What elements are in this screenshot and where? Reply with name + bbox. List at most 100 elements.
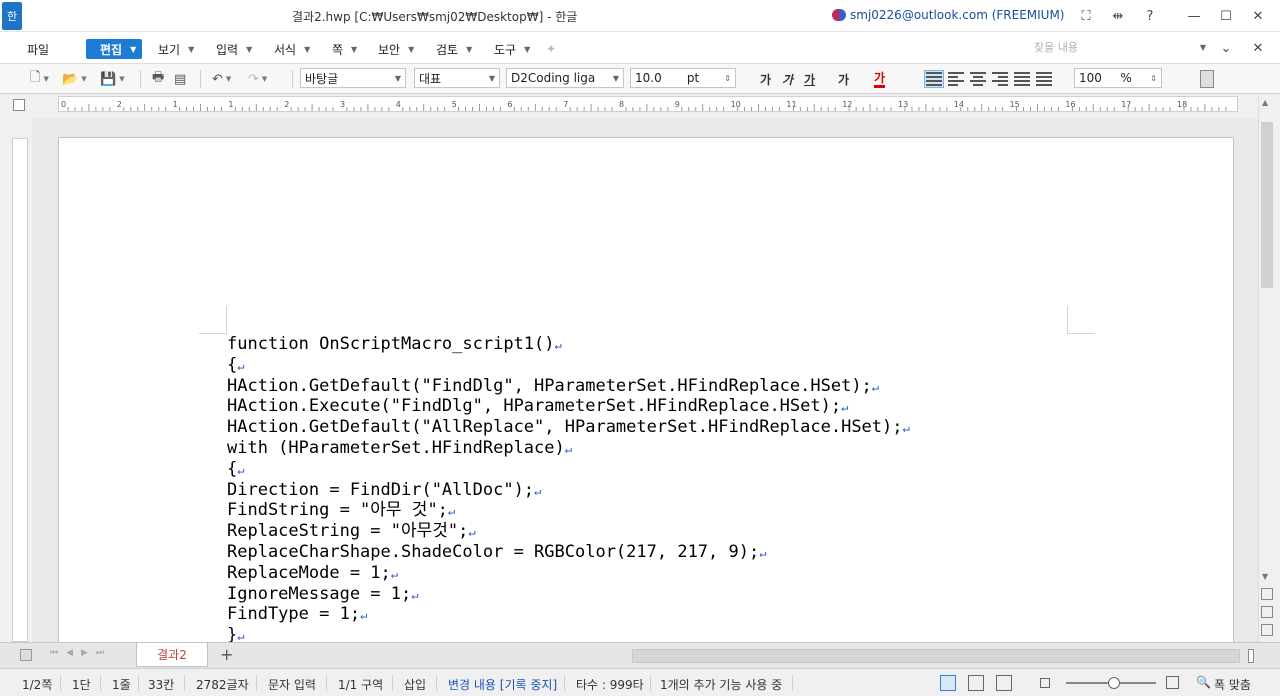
status-col: 33칸 bbox=[148, 678, 175, 692]
ruler-tick-label: 3 bbox=[340, 100, 345, 109]
status-track-changes[interactable]: 변경 내용 [기록 중지] bbox=[448, 676, 557, 693]
align-distribute-icon bbox=[1014, 72, 1030, 86]
code-line[interactable]: HAction.Execute("FindDlg", HParameterSet… bbox=[227, 396, 910, 418]
font-color-button[interactable]: 가 bbox=[874, 70, 886, 88]
code-line[interactable]: Direction = FindDir("AllDoc");↵ bbox=[227, 479, 910, 502]
menu-tools[interactable]: 도구 ▼ bbox=[494, 39, 530, 59]
page-nav-icon[interactable] bbox=[1261, 606, 1273, 618]
menu-edit[interactable]: 편집 ▼ bbox=[86, 39, 143, 59]
menu-view[interactable]: 보기 ▼ bbox=[158, 39, 194, 59]
view-multi-icon[interactable] bbox=[996, 675, 1012, 691]
italic-button[interactable]: 가 bbox=[782, 70, 793, 88]
code-line-text: Direction = FindDir("AllDoc"); bbox=[227, 479, 535, 500]
new-document-icon[interactable]: 🗋 ▼ bbox=[30, 70, 49, 88]
maximize-button[interactable]: ☐ bbox=[1212, 4, 1240, 28]
menu-page[interactable]: 쪽 ▼ bbox=[332, 39, 357, 59]
code-line[interactable]: function OnScriptMacro_script1()↵ bbox=[227, 334, 910, 356]
align-left-button[interactable] bbox=[948, 70, 964, 88]
redo-icon[interactable]: ↷ ▼ bbox=[248, 70, 267, 88]
vertical-scrollbar[interactable]: ▲ ▼ bbox=[1258, 94, 1276, 642]
print-icon[interactable]: 🖶 bbox=[152, 70, 164, 88]
minimize-button[interactable]: — bbox=[1180, 4, 1208, 28]
zoom-select[interactable]: 100% ⇕ bbox=[1074, 68, 1162, 88]
align-justify-button[interactable] bbox=[924, 70, 944, 88]
code-line[interactable]: ReplaceString = "아무것";↵ bbox=[227, 521, 910, 543]
zoom-out-icon[interactable] bbox=[1040, 678, 1050, 688]
status-insert-mode[interactable]: 삽입 bbox=[404, 676, 426, 693]
align-center-button[interactable] bbox=[970, 70, 986, 88]
menu-insert[interactable]: 입력 ▼ bbox=[216, 39, 252, 59]
prev-page-icon[interactable] bbox=[1261, 588, 1273, 600]
hangul-app-icon[interactable]: 한 bbox=[2, 2, 22, 30]
tab-result2[interactable]: 결과2 bbox=[136, 643, 208, 667]
help-icon[interactable]: ? bbox=[1136, 4, 1164, 28]
status-fit-width[interactable]: 폭 맞춤 bbox=[1214, 676, 1251, 693]
code-line[interactable]: IgnoreMessage = 1;↵ bbox=[227, 584, 910, 606]
code-line[interactable]: FindType = 1;↵ bbox=[227, 604, 910, 626]
view-page-icon[interactable] bbox=[940, 675, 956, 691]
panel-icon[interactable] bbox=[1200, 70, 1214, 88]
ruler-tick-label: 12 bbox=[842, 100, 852, 109]
underline-button[interactable]: 가 bbox=[804, 70, 815, 88]
ruler-corner-icon[interactable] bbox=[13, 99, 25, 111]
horizontal-ruler[interactable]: 0 2 1 1 2 3 4 5 6 7 8 9 10 11 12 13 14 15 16 17 18 bbox=[58, 96, 1238, 112]
tab-nav-arrows-icon[interactable]: ⏮◀▶⏭ bbox=[50, 648, 112, 658]
zoom-in-icon[interactable] bbox=[1166, 676, 1179, 689]
language-select[interactable]: 대표 ▼ bbox=[414, 68, 500, 88]
document-page[interactable]: function OnScriptMacro_script1()↵ {↵ HActi… bbox=[58, 137, 1234, 642]
code-line[interactable]: HAction.GetDefault("FindDlg", HParameter… bbox=[227, 376, 910, 398]
horizontal-scrollbar[interactable] bbox=[632, 649, 1240, 663]
document-canvas[interactable]: function OnScriptMacro_script1()↵ {↵ HActi… bbox=[32, 118, 1258, 642]
scroll-up-icon[interactable]: ▲ bbox=[1262, 98, 1268, 107]
split-handle-icon[interactable] bbox=[1248, 649, 1254, 663]
code-line[interactable]: HAction.GetDefault("AllReplace", HParame… bbox=[227, 417, 910, 439]
doc-close-button[interactable]: ✕ bbox=[1244, 36, 1272, 60]
code-line[interactable]: {↵ bbox=[227, 459, 910, 481]
code-line[interactable]: ReplaceMode = 1;↵ bbox=[227, 563, 910, 585]
menu-review[interactable]: 검토 ▼ bbox=[436, 39, 472, 59]
menu-security[interactable]: 보안 ▼ bbox=[378, 39, 414, 59]
zoom-slider-thumb[interactable] bbox=[1108, 677, 1120, 689]
strike-button[interactable]: 가 bbox=[838, 70, 849, 88]
menu-format[interactable]: 서식 ▼ bbox=[274, 39, 310, 59]
style-select[interactable]: 바탕글 ▼ bbox=[300, 68, 406, 88]
code-line[interactable]: }↵ bbox=[227, 625, 910, 642]
font-select[interactable]: D2Coding liga ▼ bbox=[506, 68, 624, 88]
puzzle-icon[interactable]: ✦ bbox=[546, 39, 556, 59]
open-folder-icon[interactable]: 📂 ▼ bbox=[62, 70, 87, 88]
code-line[interactable]: FindString = "아무 것";↵ bbox=[227, 500, 910, 522]
undo-icon[interactable]: ↶ ▼ bbox=[212, 70, 231, 88]
vertical-scroll-thumb[interactable] bbox=[1261, 122, 1273, 288]
code-line[interactable]: {↵ bbox=[227, 355, 910, 377]
fullscreen-icon[interactable]: ⛶ bbox=[1072, 4, 1100, 28]
add-tab-icon[interactable]: + bbox=[220, 645, 233, 664]
align-divide-button[interactable] bbox=[1036, 70, 1052, 88]
align-distribute-button[interactable] bbox=[1014, 70, 1030, 88]
code-line[interactable]: ReplaceCharShape.ShadeColor = RGBColor(2… bbox=[227, 542, 910, 564]
resize-icon[interactable]: ⇹ bbox=[1104, 4, 1132, 28]
code-line[interactable]: with (HParameterSet.HFindReplace)↵ bbox=[227, 438, 910, 460]
preview-icon[interactable]: ▤ bbox=[174, 70, 186, 88]
ribbon-collapse-icon[interactable]: ⌄ bbox=[1212, 36, 1240, 60]
next-page-icon[interactable] bbox=[1261, 624, 1273, 636]
save-icon[interactable]: 💾 ▼ bbox=[100, 70, 125, 88]
code-line-text: } bbox=[227, 625, 238, 642]
close-button[interactable]: ✕ bbox=[1244, 4, 1272, 28]
menu-label: 검토 bbox=[436, 42, 459, 57]
scroll-down-icon[interactable]: ▼ bbox=[1262, 572, 1268, 581]
font-size-select[interactable]: 10.0 pt ⇕ bbox=[630, 68, 736, 88]
account-info[interactable]: smj0226@outlook.com (FREEMIUM) bbox=[832, 8, 1065, 22]
status-typing-speed: 타수 : 999타 bbox=[576, 678, 644, 692]
bold-button[interactable]: 가 bbox=[760, 70, 771, 88]
document-body-text[interactable]: function OnScriptMacro_script1()↵ {↵ HActi… bbox=[227, 334, 910, 642]
align-right-icon bbox=[992, 72, 1008, 86]
status-addons[interactable]: 1개의 추가 기능 사용 중 bbox=[660, 676, 782, 693]
vertical-ruler[interactable] bbox=[12, 138, 28, 642]
menu-file[interactable]: 파일 bbox=[27, 39, 49, 59]
align-right-button[interactable] bbox=[992, 70, 1008, 88]
search-input[interactable]: 찾을 내용 ▼ bbox=[1030, 37, 1210, 57]
status-page[interactable]: 1/2쪽 bbox=[22, 676, 52, 693]
sheet-icon[interactable] bbox=[20, 649, 32, 661]
view-fit-icon[interactable] bbox=[968, 675, 984, 691]
status-input-mode[interactable]: 문자 입력 bbox=[268, 676, 316, 693]
